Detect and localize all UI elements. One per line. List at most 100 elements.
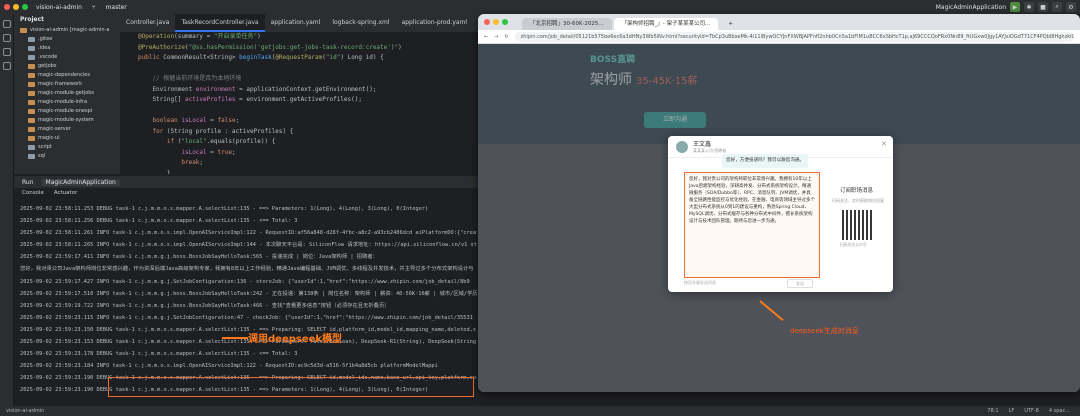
- editor-tab[interactable]: Controller.java: [120, 14, 175, 32]
- project-panel: Project vision-ai-admin [magic-admin-a .g…: [14, 14, 120, 174]
- folder-icon: [28, 127, 35, 132]
- back-icon[interactable]: ←: [484, 34, 488, 40]
- tree-item-label: magic-framework: [38, 81, 82, 87]
- tab-actuator[interactable]: Actuator: [54, 190, 78, 200]
- folder-icon: [28, 55, 35, 60]
- tree-item-label: magic-module-system: [38, 117, 94, 123]
- tree-item-label: magic-module-onespi: [38, 108, 93, 114]
- tree-item[interactable]: vision-ai-admin [magic-admin-a: [14, 26, 120, 35]
- tree-item-label: .vscode: [38, 54, 58, 60]
- tree-item[interactable]: magic-module-getjobs: [14, 89, 120, 98]
- browser-tab[interactable]: 「北京招聘」30-60K·2025...: [522, 18, 612, 30]
- status-bar: vision-ai-admin 78:1 LF UTF-8 4 spac...: [0, 406, 1080, 416]
- branch-selector[interactable]: master: [106, 4, 127, 11]
- folder-icon: [20, 28, 27, 33]
- run-icon[interactable]: ▶: [1010, 2, 1020, 12]
- chat-message: 您好，方便投递吗？我可以跟您沟通。: [722, 154, 808, 168]
- console-line: 2025-09-02 23:59:23.178 DEBUG task-1 c.j…: [20, 351, 298, 358]
- tree-item[interactable]: .vscode: [14, 53, 120, 62]
- url-input[interactable]: zhipin.com/job_detail/05121b575be6ec6a3d…: [514, 31, 1074, 42]
- project-selector[interactable]: vision-ai-admin: [36, 4, 82, 11]
- tree-item[interactable]: magic-ui: [14, 134, 120, 143]
- site-logo[interactable]: BOSS直聘: [590, 52, 635, 65]
- debug-icon[interactable]: ✱: [1024, 2, 1034, 12]
- editor-tab[interactable]: application.yaml: [265, 14, 327, 32]
- tree-item-label: magic-module-infra: [38, 99, 88, 105]
- gear-icon[interactable]: ⚙: [1066, 2, 1076, 12]
- tree-item-label: magic-dependencies: [38, 72, 90, 78]
- editor-tab[interactable]: logback-spring.xml: [326, 14, 395, 32]
- project-panel-title[interactable]: Project: [14, 14, 120, 26]
- commit-icon[interactable]: [3, 34, 11, 42]
- highlight-box: [108, 377, 474, 397]
- folder-icon[interactable]: [3, 20, 11, 28]
- maximize-window-icon[interactable]: [502, 19, 508, 25]
- tree-item[interactable]: script: [14, 143, 120, 152]
- tree-item[interactable]: magic-server: [14, 125, 120, 134]
- branch-icon: ⑂: [91, 3, 96, 11]
- browser-tab-active[interactable]: 「架构师招聘_」- 架子某某某公司...: [613, 18, 719, 30]
- folder-icon: [28, 118, 35, 123]
- stop-icon[interactable]: ■: [1038, 2, 1048, 12]
- new-tab-icon[interactable]: +: [720, 18, 741, 30]
- maximize-window-icon[interactable]: [22, 4, 28, 10]
- console-line: 2025-09-02 23:58:11.256 DEBUG task-1 c.j…: [20, 218, 298, 225]
- status-encoding[interactable]: UTF-8: [1024, 406, 1039, 416]
- tree-item[interactable]: magic-framework: [14, 80, 120, 89]
- search-icon[interactable]: ⌕: [1052, 2, 1062, 12]
- tree-item[interactable]: sql: [14, 152, 120, 161]
- structure-icon[interactable]: [3, 48, 11, 56]
- editor-tab[interactable]: TaskRecordController.java: [175, 14, 265, 32]
- console-line: 2025-09-02 23:59:17.427 INFO task-1 c.j.…: [20, 278, 470, 285]
- tree-item-label: .idea: [38, 45, 51, 51]
- tree-item-label: .gitee: [38, 36, 53, 42]
- tree-item[interactable]: magic-module-infra: [14, 98, 120, 107]
- project-tree: vision-ai-admin [magic-admin-a .gitee .ide…: [14, 26, 120, 161]
- console-line: 2025-09-02 23:58:11.253 DEBUG task-1 c.j…: [20, 206, 429, 212]
- browser-tabs: 「北京招聘」30-60K·2025... 「架构师招聘_」- 架子某某某公司..…: [478, 14, 1080, 30]
- chat-now-button[interactable]: 立即沟通: [644, 112, 706, 128]
- close-window-icon[interactable]: [484, 19, 490, 25]
- annotation-label: 调用deepseek模型: [248, 334, 343, 345]
- reload-icon[interactable]: ↻: [504, 34, 508, 40]
- tree-item[interactable]: .gitee: [14, 35, 120, 44]
- address-bar: ← → ↻ zhipin.com/job_detail/05121b575be6…: [478, 30, 1080, 44]
- code-editor[interactable]: @Operation(summary = "开启录单任务") @PreAutho…: [120, 32, 492, 174]
- ide-titlebar: vision-ai-admin ⑂ master MagicAdminAppli…: [0, 0, 1080, 14]
- folder-icon: [28, 136, 35, 141]
- tree-item[interactable]: magic-module-onespi: [14, 107, 120, 116]
- job-header: BOSS直聘 架构师 35-45K·15薪 立即沟通: [478, 44, 1080, 144]
- run-tab-label[interactable]: Run: [22, 179, 34, 186]
- status-project[interactable]: vision-ai-admin: [6, 408, 44, 414]
- forward-icon[interactable]: →: [494, 34, 498, 40]
- minimize-window-icon[interactable]: [493, 19, 499, 25]
- tool-window-strip: [0, 14, 14, 406]
- tree-item[interactable]: .idea: [14, 44, 120, 53]
- send-button[interactable]: 发送: [787, 279, 813, 288]
- status-indent[interactable]: 4 spac...: [1049, 406, 1070, 416]
- minimize-window-icon[interactable]: [13, 4, 19, 10]
- more-icon[interactable]: [3, 62, 11, 70]
- run-toolbar-bar: Run MagicAdminApplication: [14, 176, 490, 188]
- chat-input-hint[interactable]: 按回车键发送消息: [684, 280, 716, 286]
- qr-subtitle: 扫码关注，实时获取岗位回复: [832, 198, 884, 203]
- close-icon[interactable]: ✕: [881, 140, 887, 148]
- console-output[interactable]: 2025-09-02 23:58:11.253 DEBUG task-1 c.j…: [14, 203, 477, 399]
- tree-item[interactable]: getjobs: [14, 62, 120, 71]
- tree-item[interactable]: magic-dependencies: [14, 71, 120, 80]
- console-line: 2025-09-02 23:59:17.510 INFO task-1 c.j.…: [20, 290, 477, 297]
- close-window-icon[interactable]: [4, 4, 10, 10]
- tree-item[interactable]: magic-module-system: [14, 116, 120, 125]
- editor-tab[interactable]: application-prod.yaml: [396, 14, 474, 32]
- tab-console[interactable]: Console: [22, 190, 44, 200]
- folder-icon: [28, 154, 35, 159]
- status-line-ending[interactable]: LF: [1009, 406, 1015, 416]
- run-config-selector[interactable]: MagicAdminApplication: [936, 4, 1006, 11]
- folder-icon: [28, 82, 35, 87]
- console-line: 2025-09-02 23:59:23.115 INFO task-1 c.j.…: [20, 314, 473, 321]
- tree-item-label: magic-module-getjobs: [38, 90, 95, 96]
- console-line: 2025-09-02 23:58:11.265 INFO task-1 c.j.…: [20, 242, 477, 249]
- status-position[interactable]: 78:1: [987, 406, 998, 416]
- run-app-tab[interactable]: MagicAdminApplication: [41, 178, 120, 186]
- annotation-label: deepseek生成的消息: [790, 327, 859, 335]
